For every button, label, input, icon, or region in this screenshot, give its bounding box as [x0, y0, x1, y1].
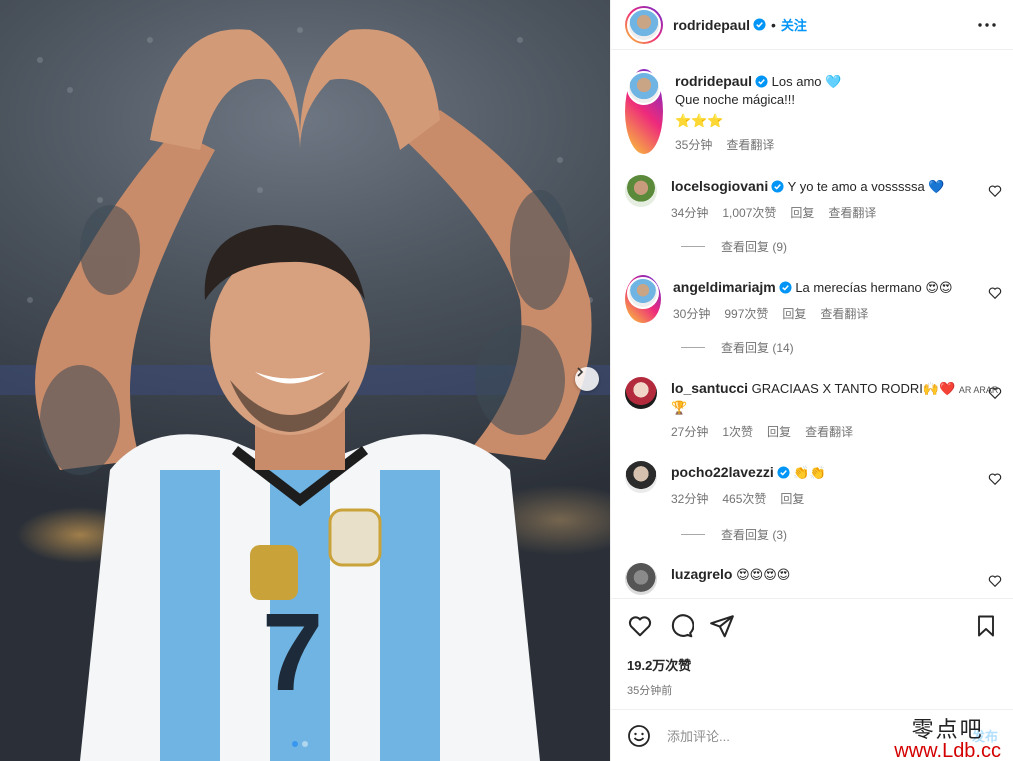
separator-dot: •	[771, 16, 776, 33]
comment-time: 34分钟	[671, 206, 709, 220]
carousel-dot	[292, 741, 298, 747]
next-photo-button[interactable]	[575, 367, 599, 391]
comment-text-line2: 🏆	[671, 400, 688, 415]
svg-text:7: 7	[262, 591, 323, 714]
comment-username[interactable]: locelsogiovani	[671, 178, 768, 194]
view-replies-link[interactable]: 查看回复 (3)	[681, 526, 787, 543]
comment-text: Y yo te amo a vosssssa 💙	[787, 179, 945, 194]
author-avatar[interactable]	[625, 5, 663, 44]
comment-text: 😍😍😍😍	[736, 567, 791, 582]
translate-link[interactable]: 查看翻译	[805, 425, 853, 439]
chevron-right-icon	[577, 367, 584, 377]
comment-username[interactable]: angeldimariajm	[673, 279, 776, 295]
commenter-avatar[interactable]	[625, 175, 657, 207]
more-options-button[interactable]	[975, 13, 999, 37]
caption-line: Los amo 🩵	[771, 74, 842, 89]
heart-icon[interactable]	[627, 613, 653, 639]
caption-time: 35分钟	[675, 138, 713, 152]
commenter-avatar[interactable]	[625, 275, 661, 323]
verified-icon	[771, 180, 784, 193]
view-replies-link[interactable]: 查看回复 (9)	[681, 238, 787, 255]
comment-likes[interactable]: 1次赞	[722, 425, 753, 439]
comment-item: angeldimariajm La merecías hermano 😍😍 30…	[625, 275, 1002, 323]
carousel-dots	[292, 741, 308, 747]
caption: rodridepaul Los amo 🩵 Que noche mágica!!…	[625, 69, 1002, 154]
share-icon[interactable]	[709, 613, 735, 639]
bookmark-icon[interactable]	[974, 614, 998, 638]
translate-link[interactable]: 查看翻译	[820, 307, 868, 321]
comment-item: lo_santucci GRACIAAS X TANTO RODRI🙌❤️ AR…	[625, 377, 1002, 441]
watermark-line2: www.Ldb.cc	[894, 740, 1001, 761]
verified-icon	[753, 18, 766, 31]
heart-icon[interactable]	[988, 574, 1002, 588]
likes-count[interactable]: 19.2万次赞	[611, 653, 1013, 674]
reply-link[interactable]: 回复	[780, 492, 804, 506]
heart-icon[interactable]	[988, 472, 1002, 486]
translate-link[interactable]: 查看翻译	[828, 206, 876, 220]
player-illustration: 7	[0, 27, 610, 761]
author-username[interactable]: rodridepaul	[673, 17, 750, 33]
reply-link[interactable]: 回复	[790, 206, 814, 220]
post-side-panel: rodridepaul • 关注 rodridepaul Los amo 🩵 Q…	[610, 0, 1013, 761]
caption-line: Que noche mágica!!!	[675, 92, 795, 107]
comment-text: GRACIAAS X TANTO RODRI🙌❤️	[751, 381, 956, 396]
watermark: 零点吧 www.Ldb.cc	[894, 712, 1001, 761]
heart-icon[interactable]	[988, 184, 1002, 198]
emoji-icon[interactable]	[627, 724, 651, 748]
comment-item: luzagrelo 😍😍😍😍	[625, 563, 1002, 595]
reply-link[interactable]: 回复	[767, 425, 791, 439]
comment-text: 👏👏	[793, 465, 826, 480]
translate-link[interactable]: 查看翻译	[726, 138, 774, 152]
view-replies-link[interactable]: 查看回复 (14)	[681, 339, 794, 356]
author-avatar[interactable]	[625, 69, 663, 154]
posted-time: 35分钟前	[627, 685, 673, 697]
comment-likes[interactable]: 1,007次赞	[722, 206, 776, 220]
verified-icon	[779, 281, 792, 294]
comment-likes[interactable]: 465次赞	[722, 492, 766, 506]
comment-item: pocho22lavezzi 👏👏 32分钟 465次赞 回复	[625, 461, 1002, 508]
comment-time: 27分钟	[671, 425, 709, 439]
comment-time: 30分钟	[673, 307, 711, 321]
comment-likes[interactable]: 997次赞	[724, 307, 768, 321]
comments-list[interactable]: rodridepaul Los amo 🩵 Que noche mágica!!…	[611, 51, 1013, 598]
commenter-avatar[interactable]	[625, 563, 657, 595]
more-icon	[978, 22, 996, 27]
comment-username[interactable]: lo_santucci	[671, 380, 748, 396]
comment-icon[interactable]	[668, 613, 694, 639]
add-comment-input[interactable]: 添加评论...	[667, 726, 730, 745]
caption-username[interactable]: rodridepaul	[675, 73, 752, 89]
comment-username[interactable]: luzagrelo	[671, 566, 732, 582]
caption-line: ⭐⭐⭐	[675, 113, 724, 128]
carousel-dot	[302, 741, 308, 747]
verified-icon	[777, 466, 790, 479]
follow-button[interactable]: 关注	[781, 15, 807, 34]
heart-icon[interactable]	[988, 286, 1002, 300]
post-header: rodridepaul • 关注	[611, 0, 1013, 50]
heart-icon[interactable]	[988, 386, 1002, 400]
verified-icon	[755, 75, 768, 88]
comment-time: 32分钟	[671, 492, 709, 506]
post-photo[interactable]: 7	[0, 0, 610, 761]
reply-link[interactable]: 回复	[782, 307, 806, 321]
comment-text: La merecías hermano 😍😍	[795, 280, 953, 295]
commenter-avatar[interactable]	[625, 461, 657, 493]
comment-username[interactable]: pocho22lavezzi	[671, 464, 774, 480]
comment-item: locelsogiovani Y yo te amo a vosssssa 💙 …	[625, 175, 1002, 222]
post-actions: 19.2万次赞 35分钟前	[611, 598, 1013, 698]
commenter-avatar[interactable]	[625, 377, 657, 409]
